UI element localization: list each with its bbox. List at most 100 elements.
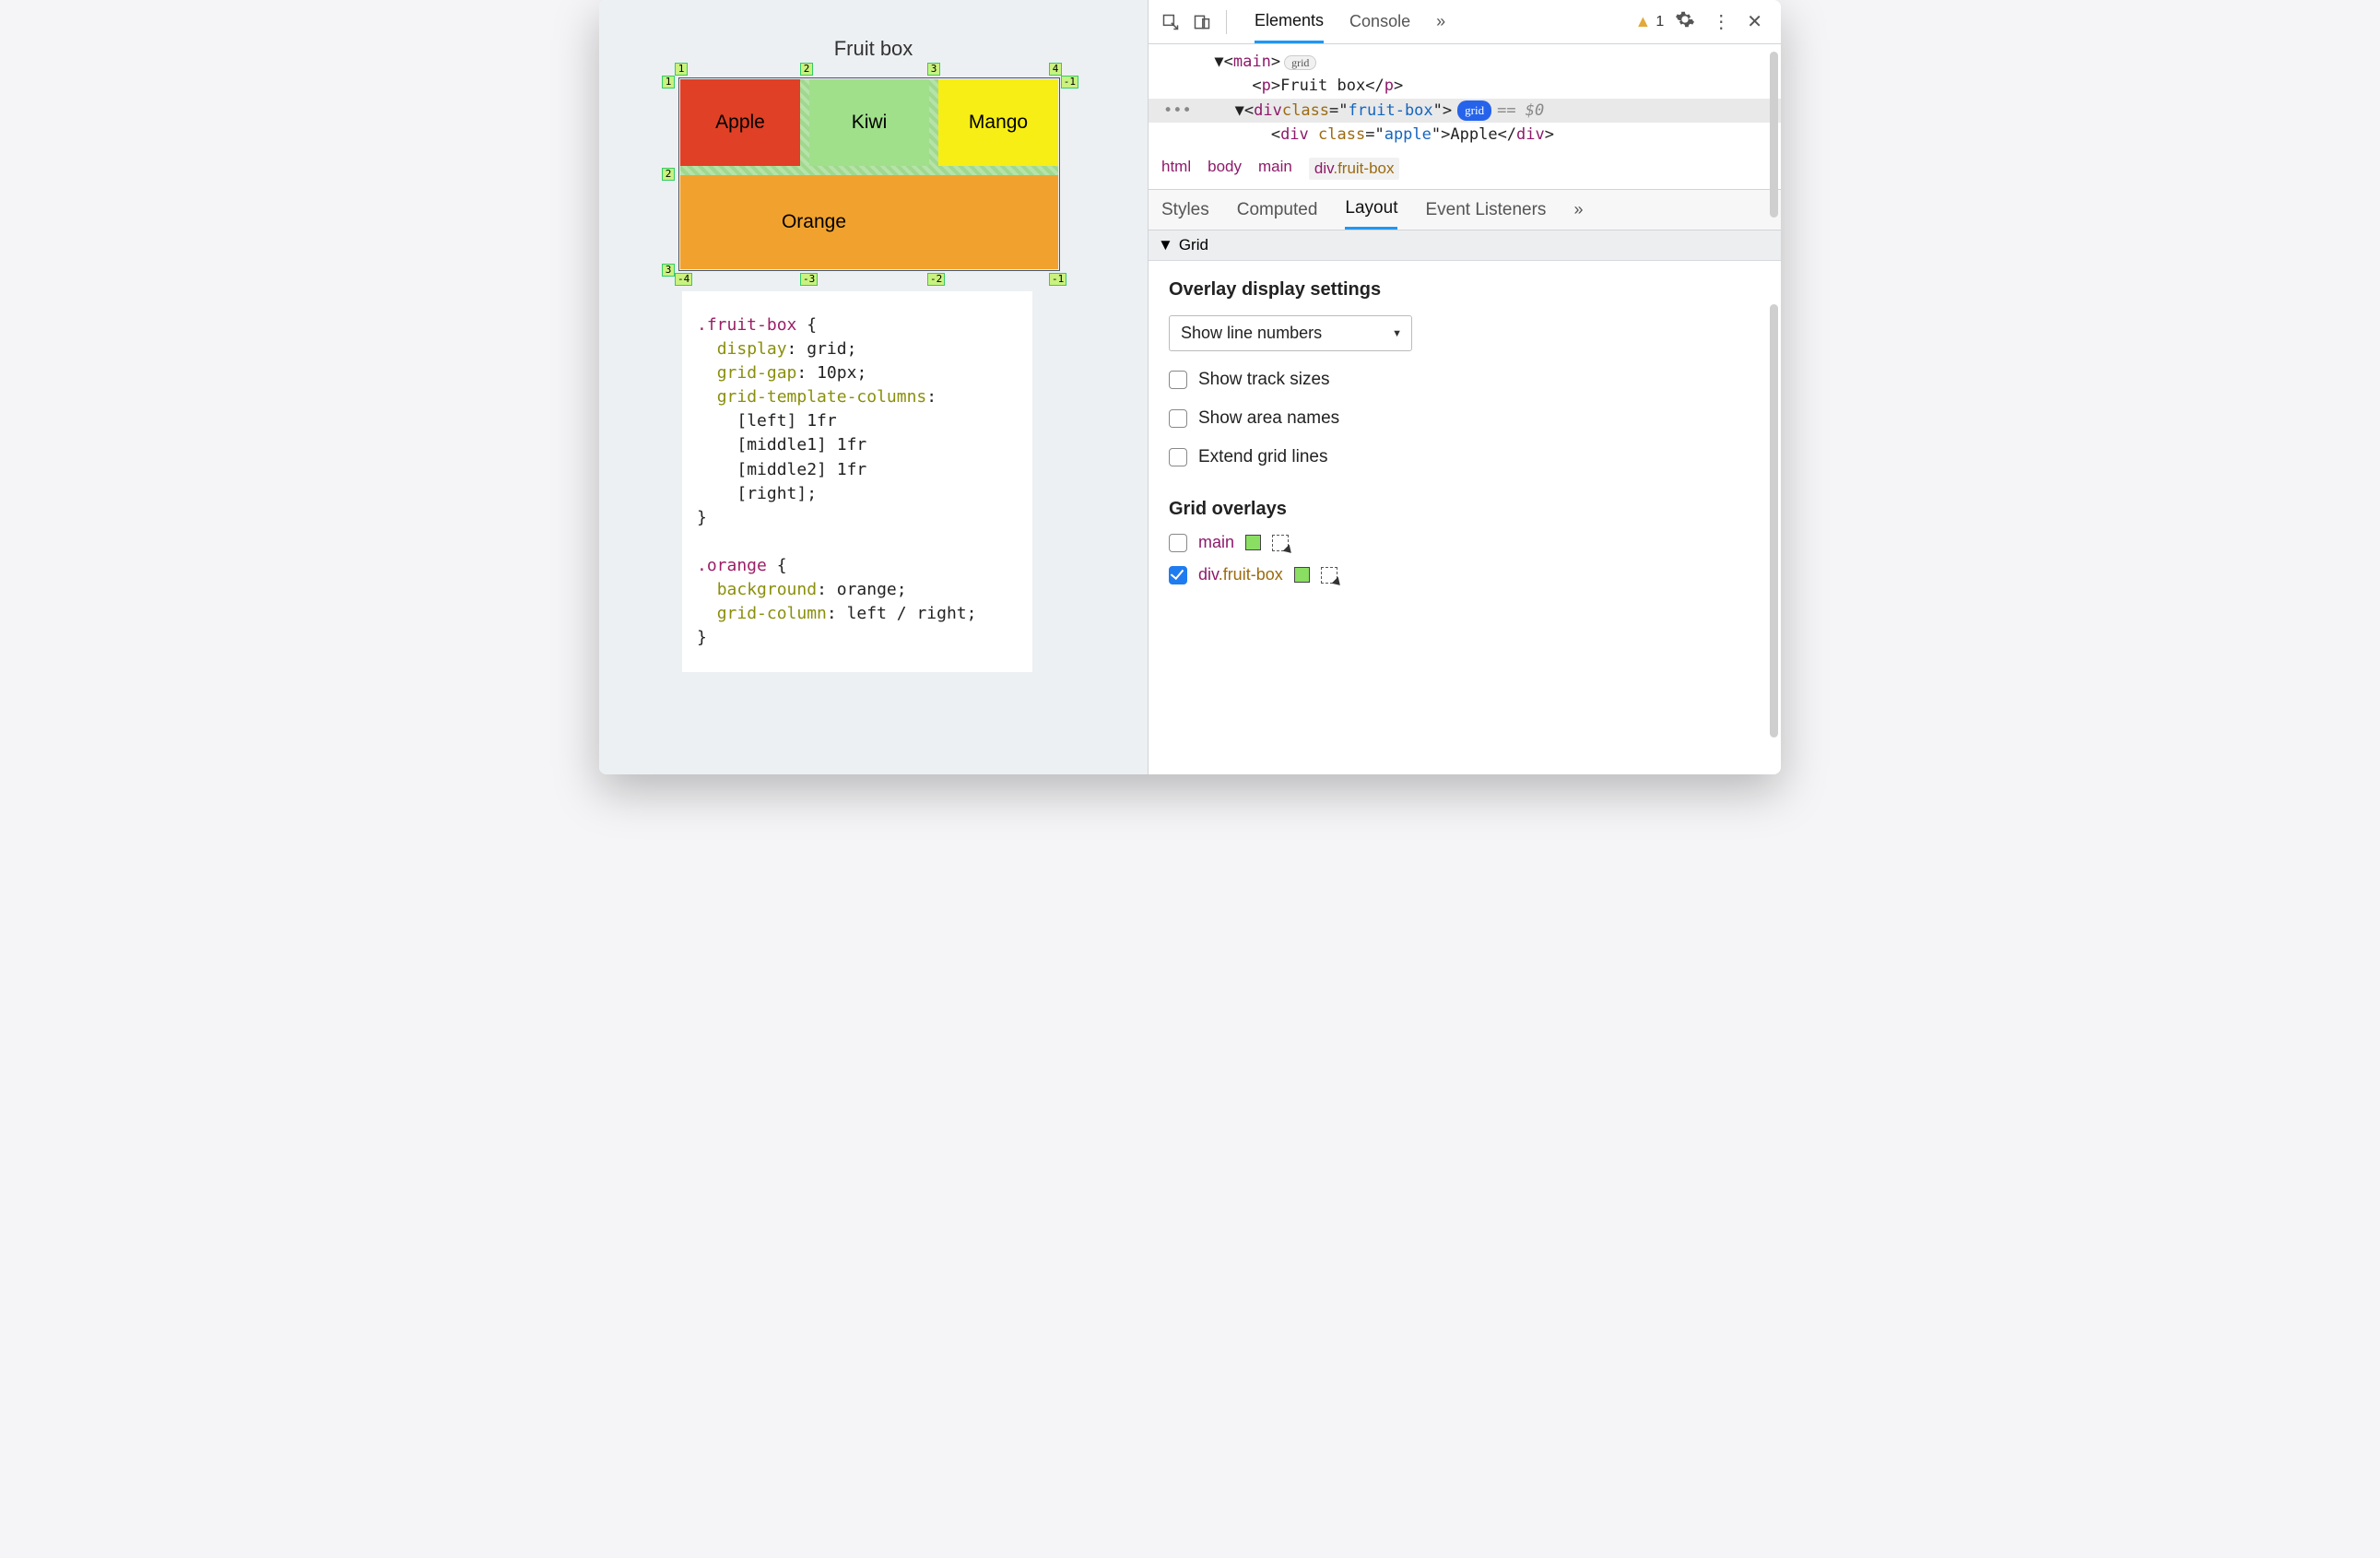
dom-attr-value: fruit-box [1349, 99, 1433, 123]
crumb-main[interactable]: main [1258, 158, 1292, 180]
grid-line-tag: -3 [800, 273, 818, 286]
warning-icon: ▲ [1635, 12, 1652, 31]
dom-tag: div [1516, 125, 1545, 144]
devtools-window: Fruit box Apple Kiwi Mango Orange 1 2 3 … [599, 0, 1781, 774]
check-show-area-names[interactable]: Show area names [1169, 408, 1761, 429]
grid-line-tag: -1 [1049, 273, 1066, 286]
overlay-tag: div [1198, 565, 1219, 584]
css-value: left / right [847, 604, 967, 623]
scrollbar[interactable] [1770, 304, 1778, 738]
section-title: Grid [1179, 236, 1208, 254]
warnings-indicator[interactable]: ▲ 1 [1635, 12, 1665, 31]
grid-cell-apple: Apple [680, 79, 800, 166]
dom-node-main[interactable]: ▼<main>grid [1149, 50, 1781, 74]
css-value: [middle1] 1fr [736, 435, 866, 454]
toolbar-divider [1226, 10, 1227, 34]
tab-elements[interactable]: Elements [1255, 0, 1324, 43]
crumb-class: .fruit-box [1333, 159, 1394, 177]
css-selector: .orange [697, 556, 767, 575]
checkbox[interactable] [1169, 409, 1187, 428]
grid-line-tag: 1 [675, 63, 688, 76]
subtab-event-listeners[interactable]: Event Listeners [1425, 200, 1546, 220]
checkbox[interactable] [1169, 371, 1187, 389]
devtools-panel: Elements Console » ▲ 1 ⋮ ✕ ▼<main>grid <… [1148, 0, 1781, 774]
grid-section-header[interactable]: ▼ Grid [1149, 230, 1781, 261]
scrollbar[interactable] [1770, 52, 1778, 218]
grid-cell-kiwi: Kiwi [809, 79, 929, 166]
subtab-styles[interactable]: Styles [1161, 200, 1209, 220]
dom-attr: class [1282, 99, 1329, 123]
grid-badge-active[interactable]: grid [1457, 100, 1491, 121]
grid-cell-mango: Mango [938, 79, 1058, 166]
grid-line-tag: 2 [662, 168, 675, 181]
crumb-body[interactable]: body [1208, 158, 1242, 180]
grid-line-tag: 3 [662, 264, 675, 277]
page-preview-pane: Fruit box Apple Kiwi Mango Orange 1 2 3 … [599, 0, 1148, 774]
reveal-element-icon[interactable] [1272, 535, 1289, 551]
overlay-element-name[interactable]: div.fruit-box [1198, 565, 1283, 584]
close-icon[interactable]: ✕ [1741, 10, 1768, 33]
inspect-element-icon[interactable] [1158, 9, 1184, 35]
checkbox[interactable] [1169, 448, 1187, 466]
devtools-toolbar: Elements Console » ▲ 1 ⋮ ✕ [1149, 0, 1781, 44]
checkbox-label: Show track sizes [1198, 370, 1330, 390]
css-value: [left] 1fr [736, 411, 836, 431]
subtab-more[interactable]: » [1573, 200, 1583, 219]
color-swatch[interactable] [1245, 535, 1261, 550]
tab-console[interactable]: Console [1349, 0, 1410, 43]
chevron-down-icon: ▼ [1392, 328, 1402, 339]
check-show-track-sizes[interactable]: Show track sizes [1169, 370, 1761, 390]
subtab-layout[interactable]: Layout [1345, 190, 1397, 230]
dom-line-actions-icon[interactable]: ••• [1158, 99, 1197, 123]
grid-overlays-heading: Grid overlays [1169, 499, 1761, 520]
css-code-block: .fruit-box { display: grid; grid-gap: 10… [682, 291, 1032, 672]
breadcrumb: html body main div.fruit-box [1149, 152, 1781, 190]
css-value: 10px [817, 363, 856, 383]
dom-attr: class [1318, 125, 1365, 144]
fruit-box-grid: Apple Kiwi Mango Orange [680, 79, 1058, 269]
css-value: [right] [736, 484, 807, 503]
kebab-menu-icon[interactable]: ⋮ [1706, 10, 1736, 33]
checkbox-label: Extend grid lines [1198, 447, 1327, 467]
css-prop: background [717, 580, 817, 599]
subtab-computed[interactable]: Computed [1237, 200, 1318, 220]
dom-tree[interactable]: ▼<main>grid <p>Fruit box</p> ••• ▼<div c… [1149, 44, 1781, 152]
grid-line-tag: 4 [1049, 63, 1062, 76]
crumb-html[interactable]: html [1161, 158, 1191, 180]
grid-badge[interactable]: grid [1284, 55, 1316, 70]
color-swatch[interactable] [1294, 567, 1310, 583]
dom-node-apple[interactable]: <div class="apple">Apple</div> [1149, 123, 1781, 147]
css-prop: grid-template-columns [717, 387, 927, 407]
reveal-element-icon[interactable] [1321, 567, 1337, 584]
settings-icon[interactable] [1669, 9, 1701, 35]
layout-panel-body: Overlay display settings Show line numbe… [1149, 261, 1781, 603]
page-title: Fruit box [636, 37, 1111, 61]
dom-node-p[interactable]: <p>Fruit box</p> [1149, 74, 1781, 98]
dom-text: Fruit box [1280, 77, 1365, 95]
checkbox[interactable] [1169, 566, 1187, 584]
css-selector: .fruit-box [697, 315, 796, 335]
css-value: [middle2] 1fr [736, 460, 866, 479]
tab-more[interactable]: » [1436, 0, 1445, 43]
device-toggle-icon[interactable] [1189, 9, 1215, 35]
overlay-element-name[interactable]: main [1198, 533, 1234, 552]
crumb-tag: div [1314, 159, 1333, 177]
dom-text: Apple [1450, 125, 1497, 144]
grid-line-tag: -2 [927, 273, 945, 286]
grid-overlay-row-main[interactable]: main [1169, 533, 1761, 552]
grid-cell-orange: Orange [680, 175, 1058, 269]
grid-line-tag: -1 [1061, 76, 1078, 89]
grid-overlay-wrapper: Apple Kiwi Mango Orange 1 2 3 4 1 2 3 -1… [680, 79, 1058, 269]
dom-node-selected[interactable]: ••• ▼<div class="fruit-box">grid== $0 [1149, 99, 1781, 123]
dom-tag: p [1262, 77, 1271, 95]
checkbox[interactable] [1169, 534, 1187, 552]
check-extend-grid-lines[interactable]: Extend grid lines [1169, 447, 1761, 467]
dom-tag: main [1233, 53, 1271, 71]
warning-count: 1 [1655, 14, 1664, 30]
css-value: grid [807, 339, 846, 359]
orange-label: Orange [782, 211, 846, 233]
select-value: Show line numbers [1181, 324, 1322, 342]
line-numbers-select[interactable]: Show line numbers ▼ [1169, 315, 1412, 351]
crumb-fruit-box[interactable]: div.fruit-box [1309, 158, 1400, 180]
grid-overlay-row-fruit-box[interactable]: div.fruit-box [1169, 565, 1761, 584]
